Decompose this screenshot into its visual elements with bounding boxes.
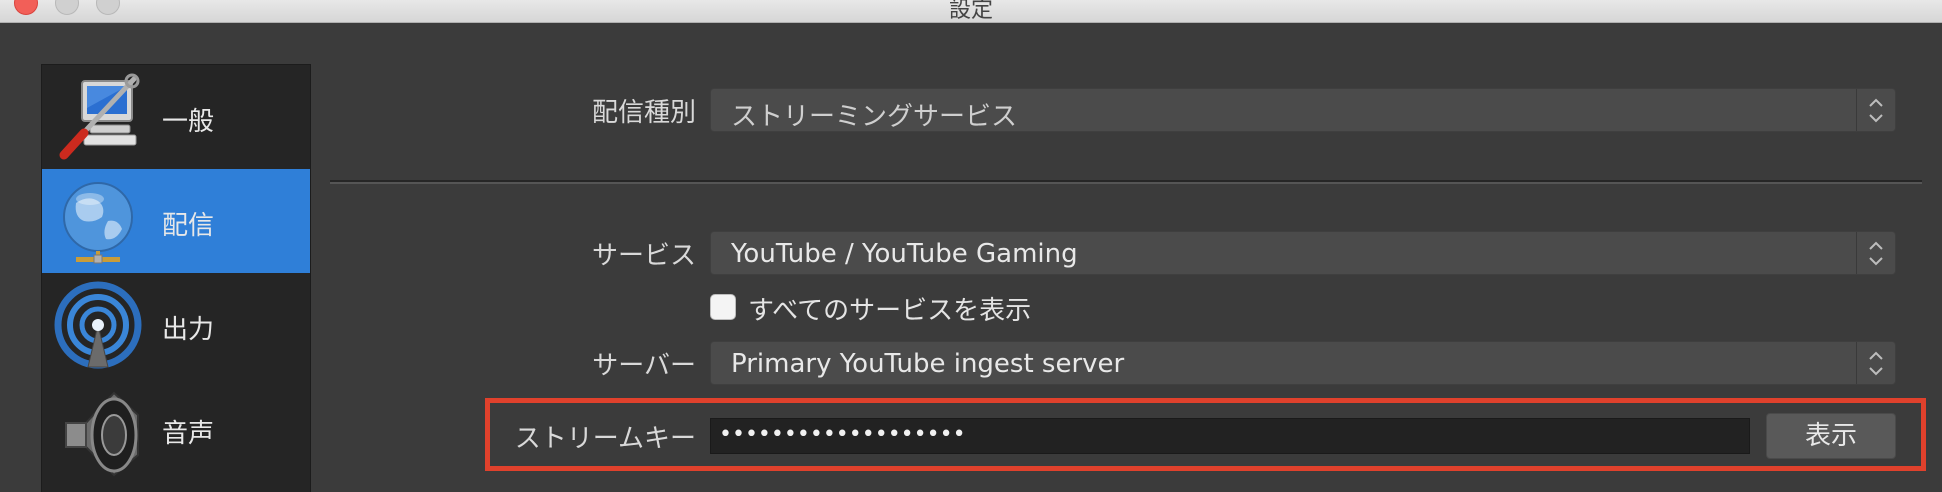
globe-network-icon xyxy=(63,182,133,264)
speaker-icon xyxy=(65,391,139,477)
stream-type-select[interactable]: ストリーミングサービス xyxy=(710,88,1896,132)
sidebar-item-label: 一般 xyxy=(162,107,215,137)
broadcast-antenna-icon xyxy=(54,281,142,369)
title-bar: 設定 xyxy=(0,0,1942,23)
settings-sidebar: 一般 配信 出力 音声 xyxy=(41,64,311,492)
window-title: 設定 xyxy=(948,0,993,23)
service-select[interactable]: YouTube / YouTube Gaming xyxy=(710,231,1896,275)
show-all-services-label[interactable]: すべてのサービスを表示 xyxy=(748,290,1031,327)
section-divider xyxy=(330,180,1922,184)
sidebar-item-stream[interactable]: 配信 xyxy=(42,169,310,273)
service-value: YouTube / YouTube Gaming xyxy=(731,239,1078,269)
sidebar-item-label: 出力 xyxy=(162,315,215,345)
show-key-button[interactable]: 表示 xyxy=(1766,413,1896,459)
stream-key-input[interactable]: ••••••••••••••••••• xyxy=(710,418,1750,454)
server-label: サーバー xyxy=(592,351,696,381)
stream-type-label: 配信種別 xyxy=(591,98,696,128)
server-value: Primary YouTube ingest server xyxy=(731,349,1125,379)
sidebar-item-output[interactable]: 出力 xyxy=(42,273,310,377)
sidebar-item-general[interactable]: 一般 xyxy=(42,65,310,169)
updown-chevron-icon xyxy=(1856,232,1883,274)
updown-chevron-icon xyxy=(1856,342,1883,384)
tools-computer-icon xyxy=(59,73,140,160)
stream-key-label: ストリームキー xyxy=(514,424,696,454)
updown-chevron-icon xyxy=(1856,89,1883,131)
show-all-services-checkbox[interactable] xyxy=(710,294,736,320)
sidebar-item-audio[interactable]: 音声 xyxy=(42,377,310,481)
service-label: サービス xyxy=(591,241,696,271)
settings-window: 設定 一般 配信 出力 音声 配信種別 ストリーミングサービス サービス You… xyxy=(0,0,1942,492)
sidebar-item-label: 配信 xyxy=(162,211,215,241)
server-select[interactable]: Primary YouTube ingest server xyxy=(710,341,1896,385)
stream-type-value: ストリーミングサービス xyxy=(731,102,1018,132)
sidebar-item-label: 音声 xyxy=(162,419,215,449)
